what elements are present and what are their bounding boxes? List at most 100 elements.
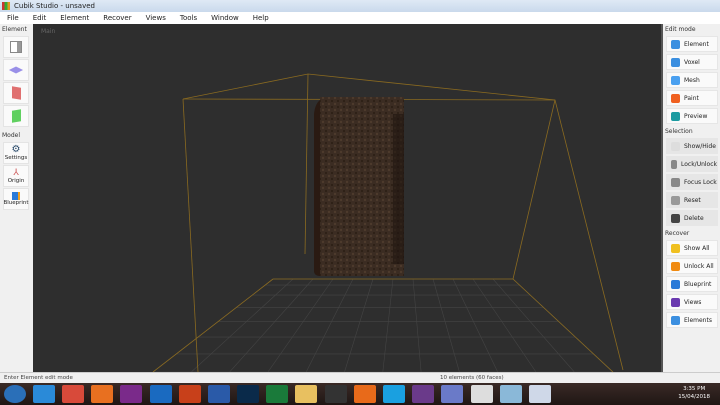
outlook-icon[interactable] (149, 385, 172, 403)
settings-label: Settings (4, 155, 28, 161)
button-label: Paint (684, 94, 699, 102)
nox-icon[interactable] (324, 385, 347, 403)
origin-button[interactable]: ⅄ Origin (3, 165, 29, 187)
element-icon (671, 39, 680, 49)
menu-element[interactable]: Element (53, 14, 96, 22)
notes-icon[interactable] (499, 385, 522, 403)
menu-window[interactable]: Window (204, 14, 246, 22)
clock[interactable]: 3:35 PM 15/04/2018 (678, 385, 710, 401)
button-label: Mesh (684, 76, 700, 84)
show-hide-button[interactable]: Show/Hide (666, 138, 718, 154)
element-button[interactable]: Element (666, 36, 718, 52)
horizontal-plane-icon (8, 66, 24, 74)
blueprint-button[interactable]: Blueprint (3, 188, 29, 210)
taskbar: 3:35 PM 15/04/2018 (0, 383, 720, 405)
preview-icon (671, 111, 680, 121)
reset-button[interactable]: Reset (666, 192, 718, 208)
button-label: Show/Hide (684, 142, 716, 150)
title-bar: Cubik Studio - unsaved (0, 0, 720, 12)
menu-help[interactable]: Help (246, 14, 276, 22)
blueprint-label: Blueprint (3, 200, 29, 206)
button-label: Preview (684, 112, 708, 120)
file-explorer-icon[interactable] (295, 385, 318, 403)
button-label: Lock/Unlock (680, 160, 717, 168)
add-plane-yz-button[interactable] (3, 105, 29, 127)
floor-grid (152, 278, 613, 372)
model-section-label: Model (2, 132, 21, 139)
add-plane-xy-button[interactable] (3, 82, 29, 104)
media-player-icon[interactable] (91, 385, 114, 403)
unlock-all-button[interactable]: Unlock All (666, 258, 718, 274)
onenote-icon[interactable] (120, 385, 143, 403)
internet-explorer-icon[interactable] (32, 385, 55, 403)
skype-icon[interactable] (383, 385, 406, 403)
origin-label: Origin (7, 178, 25, 184)
blueprint-button[interactable]: Blueprint (666, 276, 718, 292)
discord-icon[interactable] (441, 385, 464, 403)
photoshop-icon[interactable] (237, 385, 260, 403)
status-hint: Enter Element edit mode (4, 375, 73, 381)
button-label: Show All (684, 244, 710, 252)
button-label: Elements (684, 316, 712, 324)
views-icon (671, 297, 680, 307)
element-section-label: Element (2, 26, 27, 33)
winrar-icon[interactable] (412, 385, 435, 403)
voxel-button[interactable]: Voxel (666, 54, 718, 70)
gear-icon: ⚙ (11, 144, 21, 155)
element-count: 10 elements (60 faces) (440, 375, 504, 381)
elements-button[interactable]: Elements (666, 312, 718, 328)
preview-button[interactable]: Preview (666, 108, 718, 124)
delete-icon (671, 213, 680, 223)
menu-file[interactable]: File (0, 14, 26, 22)
menu-recover[interactable]: Recover (96, 14, 138, 22)
word-icon[interactable] (207, 385, 230, 403)
excel-icon[interactable] (266, 385, 289, 403)
green-plane-icon (11, 109, 21, 123)
paint-button[interactable]: Paint (666, 90, 718, 106)
chrome-icon[interactable] (61, 385, 84, 403)
window-title: Cubik Studio - unsaved (14, 2, 95, 10)
axes-icon: ⅄ (13, 168, 19, 178)
grid-line (412, 278, 422, 372)
add-plane-xz-button[interactable] (3, 59, 29, 81)
show-all-icon (671, 243, 680, 253)
button-label: Focus Lock (684, 178, 717, 186)
elements-icon (671, 315, 680, 325)
lock-unlock-icon (671, 159, 677, 169)
firefox-icon[interactable] (353, 385, 376, 403)
menu-edit[interactable]: Edit (26, 14, 54, 22)
grid-line (382, 278, 394, 372)
button-label: Voxel (684, 58, 700, 66)
cubik-studio-icon[interactable] (470, 385, 493, 403)
paint-icon (671, 93, 680, 103)
scene (152, 73, 624, 372)
voxel-icon (671, 57, 680, 67)
lock-unlock-button[interactable]: Lock/Unlock (666, 156, 718, 172)
show-all-button[interactable]: Show All (666, 240, 718, 256)
blueprint-icon (671, 279, 680, 289)
show-hide-icon (671, 141, 680, 151)
add-cube-button[interactable] (3, 36, 29, 58)
grid-line (452, 278, 498, 372)
menu-tools[interactable]: Tools (173, 14, 204, 22)
recover-label: Recover (665, 230, 690, 237)
unlock-all-icon (671, 261, 680, 271)
3d-viewport[interactable]: Main (33, 24, 661, 372)
views-button[interactable]: Views (666, 294, 718, 310)
app-logo-icon (2, 2, 10, 10)
delete-button[interactable]: Delete (666, 210, 718, 226)
powerpoint-icon[interactable] (178, 385, 201, 403)
grid-line (344, 278, 374, 372)
settings-app-icon[interactable] (528, 385, 551, 403)
clock-date: 15/04/2018 (678, 394, 710, 400)
settings-button[interactable]: ⚙ Settings (3, 142, 29, 164)
windows-start-icon[interactable] (3, 385, 26, 403)
focus-lock-button[interactable]: Focus Lock (666, 174, 718, 190)
button-label: Views (684, 298, 702, 306)
grid-line (472, 278, 537, 372)
menu-views[interactable]: Views (139, 14, 173, 22)
mesh-button[interactable]: Mesh (666, 72, 718, 88)
button-label: Unlock All (684, 262, 714, 270)
right-panel: Edit mode Element Voxel Mesh Paint Preview S… (661, 24, 720, 372)
grid-line (305, 278, 354, 372)
